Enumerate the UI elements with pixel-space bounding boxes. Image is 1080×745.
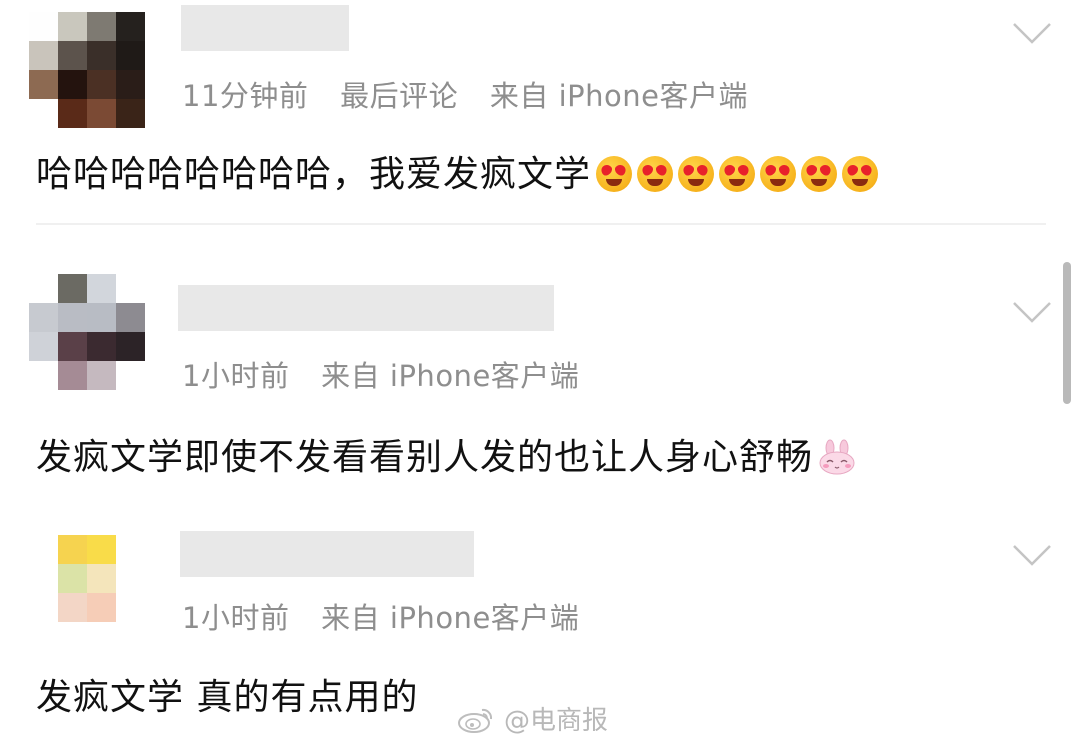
comment-text: 发疯文学即使不发看看别人发的也让人身心舒畅 <box>36 428 857 480</box>
chevron-down-icon[interactable] <box>1012 300 1052 324</box>
bunny-emoji-icon <box>819 439 855 475</box>
username-placeholder[interactable] <box>180 531 474 577</box>
avatar[interactable] <box>29 535 145 651</box>
avatar[interactable] <box>29 274 145 390</box>
comment-source: 来自 iPhone客户端 <box>321 601 580 635</box>
watermark: @电商报 <box>456 700 608 737</box>
comment-time: 11分钟前 <box>182 79 309 113</box>
chevron-down-icon[interactable] <box>1012 543 1052 567</box>
comment-meta: 11分钟前 最后评论 来自 iPhone客户端 <box>182 73 748 115</box>
username-placeholder[interactable] <box>181 5 349 51</box>
comment-meta: 1小时前 来自 iPhone客户端 <box>182 353 579 395</box>
comment-source: 来自 iPhone客户端 <box>489 79 748 113</box>
comment-source: 来自 iPhone客户端 <box>321 359 580 393</box>
divider <box>36 223 1046 225</box>
comment-text-content: 哈哈哈哈哈哈哈哈，我爱发疯文学 <box>36 154 592 195</box>
username-placeholder[interactable] <box>178 285 554 331</box>
avatar[interactable] <box>29 12 145 128</box>
comment-time: 1小时前 <box>182 601 290 635</box>
comment-time: 1小时前 <box>182 359 290 393</box>
comment-text: 哈哈哈哈哈哈哈哈，我爱发疯文学 <box>36 145 879 197</box>
comment-text: 发疯文学 真的有点用的 <box>36 677 419 718</box>
weibo-logo-icon <box>458 708 493 733</box>
chevron-down-icon[interactable] <box>1012 21 1052 45</box>
scrollbar[interactable] <box>1063 262 1071 404</box>
comment-tag: 最后评论 <box>340 79 459 113</box>
heart-eyes-emoji-icon <box>591 154 879 195</box>
comment-meta: 1小时前 来自 iPhone客户端 <box>182 595 579 637</box>
watermark-text: @电商报 <box>504 706 609 736</box>
comment-text-content: 发疯文学即使不发看看别人发的也让人身心舒畅 <box>36 437 814 478</box>
